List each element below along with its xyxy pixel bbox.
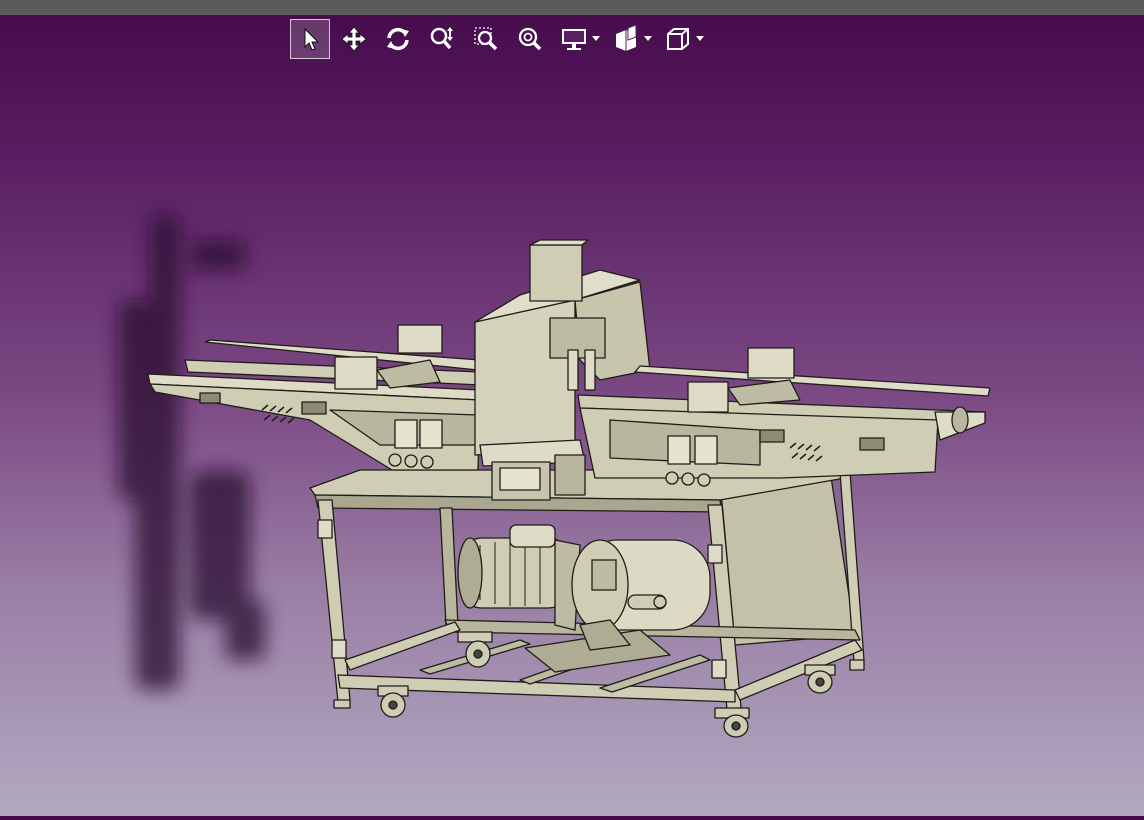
view-caret[interactable] xyxy=(694,19,706,59)
right-conveyor xyxy=(577,347,991,487)
window-top-bar xyxy=(0,0,1144,15)
zoom-window-icon xyxy=(474,27,498,51)
move-arrows-icon xyxy=(341,26,367,52)
select-tool-button[interactable] xyxy=(290,19,330,59)
display-mode-button[interactable] xyxy=(554,19,594,59)
view-cube-button[interactable] xyxy=(658,19,698,59)
section-caret[interactable] xyxy=(642,19,654,59)
view-toolbar xyxy=(290,17,706,61)
zoom-tool-button[interactable] xyxy=(422,19,462,59)
shadow-silhouette xyxy=(118,215,265,690)
display-mode-caret[interactable] xyxy=(590,19,602,59)
pan-tool-button[interactable] xyxy=(334,19,374,59)
display-mode-dropdown xyxy=(554,19,602,59)
section-dropdown xyxy=(606,19,654,59)
left-conveyor xyxy=(147,324,483,471)
view-cube-icon xyxy=(667,28,689,50)
3d-viewport[interactable] xyxy=(0,60,1144,816)
zoom-updown-icon xyxy=(430,27,453,50)
cursor-arrow-icon xyxy=(304,27,320,51)
zoom-window-button[interactable] xyxy=(466,19,506,59)
caret-down-icon xyxy=(592,36,600,41)
view-dropdown xyxy=(658,19,706,59)
section-button[interactable] xyxy=(606,19,646,59)
zoom-fit-button[interactable] xyxy=(510,19,550,59)
machine-model xyxy=(118,215,991,738)
monitor-icon xyxy=(562,29,586,50)
caret-down-icon xyxy=(696,36,704,41)
caret-down-icon xyxy=(644,36,652,41)
section-cube-icon xyxy=(616,25,637,51)
rotate-icon xyxy=(387,27,409,51)
rotate-tool-button[interactable] xyxy=(378,19,418,59)
zoom-fit-icon xyxy=(518,27,542,51)
